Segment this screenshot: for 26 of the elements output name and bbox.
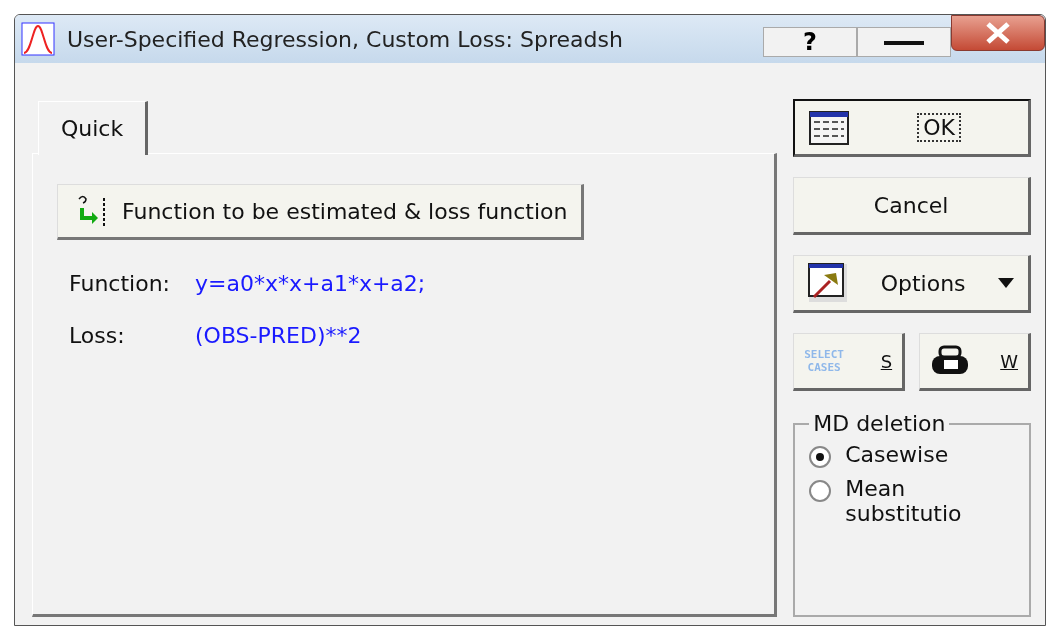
tab[interactable]: Quick: [38, 101, 149, 155]
select-cases-button[interactable]: SELECT CASES S: [793, 333, 906, 391]
bell-curve-icon: [21, 22, 55, 56]
ok-button[interactable]: OK: [793, 99, 1031, 157]
field-label: Function:: [69, 270, 171, 296]
spreadsheet-icon: [809, 110, 850, 145]
field-label: Loss:: [69, 322, 126, 348]
function-button[interactable]: Function to be estimated & loss function: [57, 184, 585, 240]
group-title: MD deletion: [812, 411, 947, 436]
close-icon: [984, 22, 1012, 44]
window-title: User-Specified Regression, Custom Loss: Spreadsh: [67, 26, 623, 52]
dropdown-caret-icon: [998, 278, 1014, 288]
field-value: y=a0*x*x+a1*x+a2;: [195, 270, 426, 296]
close-button[interactable]: [951, 15, 1045, 51]
weights-button[interactable]: W: [919, 333, 1031, 391]
cancel-button[interactable]: Cancel: [793, 177, 1031, 235]
field-value: (OBS-PRED)**2: [195, 322, 362, 348]
radio-option[interactable]: Mean substitutio: [809, 476, 1015, 526]
radio-option[interactable]: Casewise: [809, 442, 1015, 468]
hammer-icon: [808, 263, 849, 303]
radio-button[interactable]: [809, 480, 832, 502]
minimize-button[interactable]: [857, 27, 951, 57]
help-button[interactable]: ?: [763, 27, 857, 57]
options-button[interactable]: Options: [793, 255, 1031, 313]
weight-icon: [930, 345, 971, 377]
radio-button[interactable]: [809, 446, 832, 468]
